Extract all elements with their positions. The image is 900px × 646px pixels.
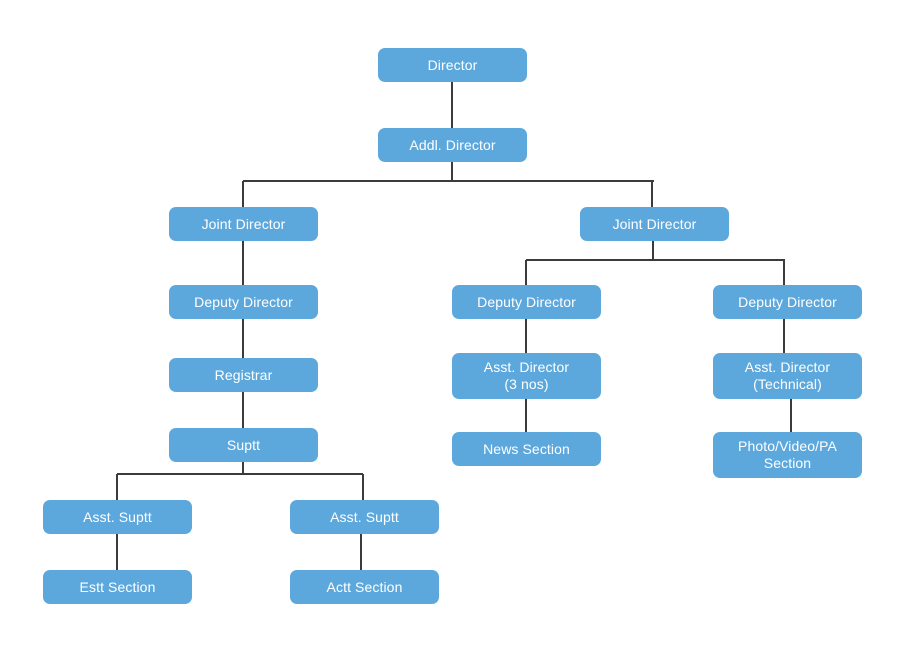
connector-jdright-drop-left bbox=[525, 260, 527, 285]
org-node-actt_section[interactable]: Actt Section bbox=[290, 570, 439, 604]
connector-depdirright-to-asstdirtech bbox=[783, 319, 785, 353]
org-node-asst_suptt_left[interactable]: Asst. Suptt bbox=[43, 500, 192, 534]
org-node-addl_director[interactable]: Addl. Director bbox=[378, 128, 527, 162]
org-chart-canvas: Director Addl. Director Joint Director Join… bbox=[0, 0, 900, 646]
org-node-dep_dir_mid[interactable]: Deputy Director bbox=[452, 285, 601, 319]
connector-asstsuptt-right-to-actt bbox=[360, 534, 362, 570]
connector-asstdirtech-to-photo bbox=[790, 399, 792, 432]
connector-depdirleft-to-registrar bbox=[242, 319, 244, 358]
org-node-suptt[interactable]: Suptt bbox=[169, 428, 318, 462]
org-node-asst_suptt_right[interactable]: Asst. Suptt bbox=[290, 500, 439, 534]
org-node-estt_section[interactable]: Estt Section bbox=[43, 570, 192, 604]
org-node-asst_dir_tech[interactable]: Asst. Director (Technical) bbox=[713, 353, 862, 399]
connector-addl-stem-down bbox=[451, 162, 453, 181]
connector-addl-drop-right bbox=[651, 181, 653, 207]
org-node-joint_dir_right[interactable]: Joint Director bbox=[580, 207, 729, 241]
connector-director-to-addl bbox=[451, 82, 453, 128]
connector-suptt-drop-right bbox=[362, 474, 364, 500]
connector-addl-split-bar bbox=[243, 180, 654, 182]
org-node-registrar[interactable]: Registrar bbox=[169, 358, 318, 392]
org-node-director[interactable]: Director bbox=[378, 48, 527, 82]
org-node-asst_dir_3nos[interactable]: Asst. Director (3 nos) bbox=[452, 353, 601, 399]
connector-asstdir-to-news bbox=[525, 399, 527, 432]
connector-registrar-to-suptt bbox=[242, 392, 244, 428]
connector-addl-drop-left bbox=[242, 181, 244, 207]
connector-jdright-split-bar bbox=[526, 259, 785, 261]
org-node-photo_section[interactable]: Photo/Video/PA Section bbox=[713, 432, 862, 478]
connector-suptt-drop-left bbox=[116, 474, 118, 500]
org-node-dep_dir_right[interactable]: Deputy Director bbox=[713, 285, 862, 319]
connector-suptt-split-bar bbox=[117, 473, 363, 475]
connector-jdright-stem-down bbox=[652, 241, 654, 260]
org-node-news_section[interactable]: News Section bbox=[452, 432, 601, 466]
connector-depdirmid-to-asstdir bbox=[525, 319, 527, 353]
org-node-joint_dir_left[interactable]: Joint Director bbox=[169, 207, 318, 241]
org-node-dep_dir_left[interactable]: Deputy Director bbox=[169, 285, 318, 319]
connector-jdright-drop-right bbox=[783, 260, 785, 285]
connector-jdleft-to-depdir bbox=[242, 241, 244, 285]
connector-asstsuptt-left-to-estt bbox=[116, 534, 118, 570]
